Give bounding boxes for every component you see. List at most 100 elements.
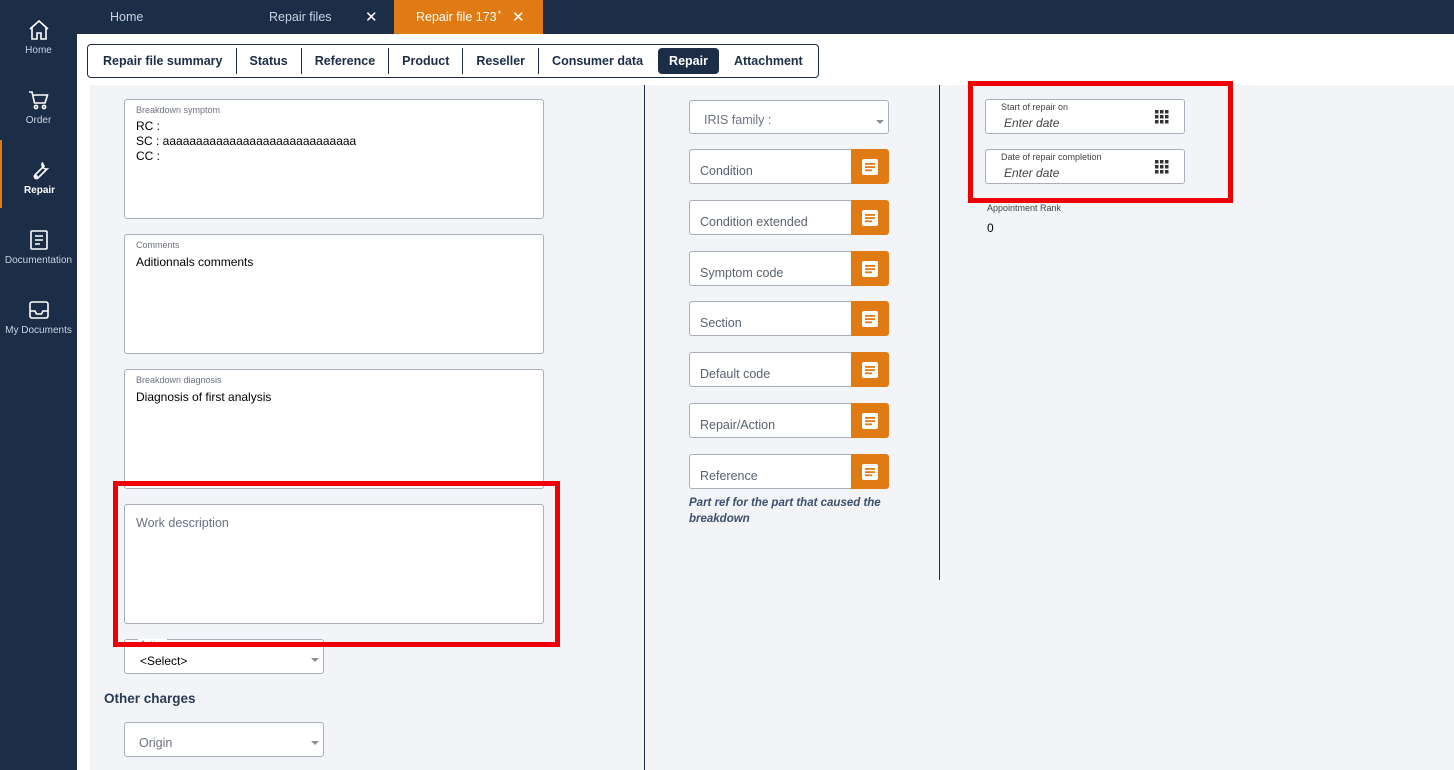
sidebar: Home Order Repair Documentation My Docum… (0, 0, 77, 770)
chevron-down-icon (311, 658, 319, 662)
field-placeholder: Condition (700, 164, 753, 178)
subtab-reseller[interactable]: Reseller (463, 48, 540, 74)
field-placeholder: Symptom code (700, 266, 784, 280)
sidebar-item-label: Repair (23, 185, 56, 196)
repair-completion-date[interactable]: Date of repair completion Enter date (985, 149, 1185, 184)
field-placeholder: Enter date (1004, 166, 1060, 180)
subtab-repair[interactable]: Repair (658, 48, 719, 74)
field-placeholder: Repair/Action (700, 418, 776, 432)
sidebar-item-label: Order (25, 115, 52, 126)
sidebar-item-label: Home (25, 45, 52, 56)
tab-label: Repair file 173 (416, 10, 497, 24)
repair-action-input[interactable]: Repair/Action (689, 403, 851, 438)
field-label: Date of repair completion (1001, 152, 1102, 162)
reference-field[interactable]: Reference (689, 454, 889, 489)
cart-icon (28, 91, 49, 110)
repair-action-field[interactable]: Repair/Action (689, 403, 889, 438)
subtab-attachment[interactable]: Attachment (721, 48, 816, 74)
field-placeholder: Work description (136, 516, 229, 530)
select-placeholder: Origin (139, 736, 173, 750)
list-icon (862, 158, 878, 175)
sidebar-item-label: Documentation (4, 255, 73, 266)
section-field[interactable]: Section (689, 301, 889, 336)
tab-home[interactable]: Home (110, 0, 200, 34)
field-value: RC : SC : aaaaaaaaaaaaaaaaaaaaaaaaaaaaa … (136, 119, 357, 163)
condition-extended-input[interactable]: Condition extended (689, 200, 851, 235)
sidebar-item-home[interactable]: Home (0, 0, 77, 68)
breakdown-diagnosis-field[interactable]: Breakdown diagnosis Diagnosis of first a… (124, 369, 544, 489)
wrench-icon (33, 162, 49, 180)
select-placeholder: IRIS family : (704, 113, 772, 127)
tab-repair-file-173[interactable]: Repair file 173 * ✕ (394, 0, 543, 34)
document-icon (29, 230, 48, 250)
work-description-field[interactable]: Work description (124, 504, 544, 624)
default-code-input[interactable]: Default code (689, 352, 851, 387)
default-code-field[interactable]: Default code (689, 352, 889, 387)
calendar-grid-icon[interactable] (1155, 160, 1169, 174)
sidebar-item-repair[interactable]: Repair (0, 140, 77, 208)
list-icon (862, 463, 878, 480)
repair-action-lookup-button[interactable] (851, 403, 889, 438)
modified-mark: * (497, 9, 502, 19)
top-tab-bar: Home Repair files ✕ Repair file 173 * ✕ (77, 0, 1454, 34)
breakdown-symptom-field[interactable]: Breakdown symptom RC : SC : aaaaaaaaaaaa… (124, 99, 544, 219)
chevron-down-icon (311, 741, 319, 745)
sidebar-item-label: My Documents (5, 325, 72, 336)
select-value: <Select> (140, 654, 188, 668)
close-icon[interactable]: ✕ (365, 8, 378, 26)
sidebar-item-documentation[interactable]: Documentation (0, 210, 77, 278)
condition-lookup-button[interactable] (851, 149, 889, 184)
other-charges-title: Other charges (104, 691, 196, 706)
condition-field[interactable]: Condition (689, 149, 889, 184)
field-placeholder: Condition extended (700, 215, 808, 229)
inbox-icon (28, 301, 49, 319)
reference-hint: Part ref for the part that caused the br… (689, 497, 881, 525)
condition-extended-field[interactable]: Condition extended (689, 200, 889, 235)
action-select[interactable]: Action <Select> (124, 639, 324, 674)
field-placeholder: Default code (700, 367, 771, 381)
field-label: Action (138, 639, 168, 649)
symptom-code-lookup-button[interactable] (851, 251, 889, 286)
column-divider (644, 85, 645, 770)
comments-field[interactable]: Comments Aditionnals comments (124, 234, 544, 354)
field-value: Diagnosis of first analysis (136, 390, 272, 404)
subtab-consumer-data[interactable]: Consumer data (539, 48, 656, 74)
subnav-bar: Repair file summary Status Reference Pro… (77, 34, 1454, 85)
list-icon (862, 412, 878, 429)
close-icon[interactable]: ✕ (512, 8, 525, 26)
field-placeholder: Section (700, 316, 742, 330)
sidebar-item-order[interactable]: Order (0, 70, 77, 138)
section-input[interactable]: Section (689, 301, 851, 336)
condition-input[interactable]: Condition (689, 149, 851, 184)
sidebar-item-my-documents[interactable]: My Documents (0, 280, 77, 348)
appointment-rank-value: 0 (987, 221, 994, 235)
subtab-repair-file-summary[interactable]: Repair file summary (90, 48, 237, 74)
field-placeholder: Reference (700, 469, 758, 483)
field-placeholder: Enter date (1004, 116, 1060, 130)
symptom-code-field[interactable]: Symptom code (689, 251, 889, 286)
list-icon (862, 361, 878, 378)
condition-extended-lookup-button[interactable] (851, 200, 889, 235)
tab-label: Repair files (269, 10, 332, 24)
symptom-code-input[interactable]: Symptom code (689, 251, 851, 286)
list-icon (862, 209, 878, 226)
start-of-repair-date[interactable]: Start of repair on Enter date (985, 99, 1185, 134)
tab-repair-files[interactable]: Repair files ✕ (269, 0, 389, 34)
reference-lookup-button[interactable] (851, 454, 889, 489)
origin-select[interactable]: Origin (124, 722, 324, 757)
calendar-grid-icon[interactable] (1155, 110, 1169, 124)
iris-family-select[interactable]: IRIS family : (689, 100, 889, 134)
subnav: Repair file summary Status Reference Pro… (87, 44, 819, 78)
section-lookup-button[interactable] (851, 301, 889, 336)
reference-input[interactable]: Reference (689, 454, 851, 489)
subtab-product[interactable]: Product (389, 48, 464, 74)
subtab-status[interactable]: Status (237, 48, 302, 74)
appointment-rank-label: Appointment Rank (987, 203, 1062, 213)
tab-label: Home (110, 10, 144, 24)
subtab-reference[interactable]: Reference (302, 48, 390, 74)
field-label: Start of repair on (1001, 102, 1069, 112)
chevron-down-icon (876, 120, 884, 124)
field-label: Comments (136, 240, 180, 250)
field-label: Breakdown symptom (136, 105, 221, 115)
default-code-lookup-button[interactable] (851, 352, 889, 387)
